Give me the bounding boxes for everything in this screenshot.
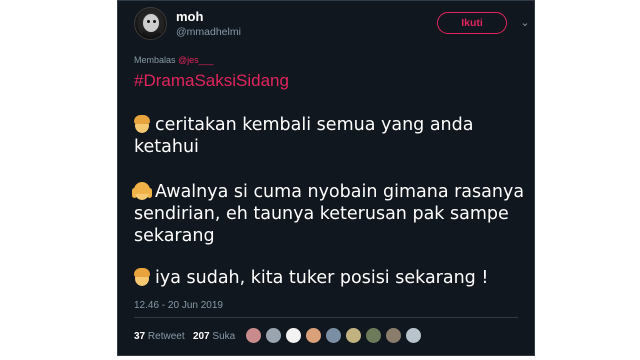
- user-handle[interactable]: @mmadhelmi: [176, 26, 241, 38]
- girl-emoji-icon: [132, 182, 152, 200]
- tweet-paragraph: Awalnya si cuma nyobain gimana rasanya s…: [132, 181, 526, 247]
- chevron-down-icon[interactable]: ⌄: [518, 16, 532, 30]
- liker-avatar[interactable]: [405, 327, 422, 344]
- liker-avatar[interactable]: [265, 327, 282, 344]
- reply-prefix: Membalas: [134, 55, 176, 65]
- paragraph-text: iya sudah, kita tuker posisi sekarang !: [155, 268, 489, 288]
- paragraph-text: ceritakan kembali semua yang anda ketahu…: [134, 115, 474, 157]
- like-count[interactable]: 207: [193, 331, 210, 342]
- liker-avatar[interactable]: [385, 327, 402, 344]
- hashtag-link[interactable]: #DramaSaksiSidang: [134, 71, 289, 91]
- tweet-stats: 37 Retweet 207 Suka: [134, 331, 235, 342]
- liker-avatar[interactable]: [365, 327, 382, 344]
- retweet-label[interactable]: Retweet: [148, 331, 185, 342]
- retweet-count[interactable]: 37: [134, 331, 145, 342]
- boy-emoji-icon: [134, 115, 150, 133]
- tweet-timestamp[interactable]: 12.46 - 20 Jun 2019: [134, 300, 223, 311]
- liker-avatar[interactable]: [325, 327, 342, 344]
- tweet-paragraph: iya sudah, kita tuker posisi sekarang !: [134, 267, 526, 289]
- tweet-paragraph: ceritakan kembali semua yang anda ketahu…: [134, 114, 526, 158]
- display-name[interactable]: moh: [176, 9, 203, 24]
- liker-avatar[interactable]: [245, 327, 262, 344]
- avatar[interactable]: [134, 7, 167, 40]
- like-label[interactable]: Suka: [212, 331, 235, 342]
- paragraph-text: Awalnya si cuma nyobain gimana rasanya s…: [134, 182, 525, 246]
- boy-emoji-icon: [134, 268, 150, 286]
- reply-mention[interactable]: @jes___: [178, 55, 214, 65]
- reply-context: Membalas @jes___: [134, 55, 214, 65]
- follow-button[interactable]: Ikuti: [437, 12, 507, 34]
- liker-avatars: [245, 327, 422, 345]
- tweet-header: moh @mmadhelmi Ikuti ⌄: [134, 7, 530, 43]
- liker-avatar[interactable]: [285, 327, 302, 344]
- tweet-card: moh @mmadhelmi Ikuti ⌄ Membalas @jes___ …: [117, 0, 535, 356]
- liker-avatar[interactable]: [345, 327, 362, 344]
- liker-avatar[interactable]: [305, 327, 322, 344]
- divider: [134, 317, 518, 318]
